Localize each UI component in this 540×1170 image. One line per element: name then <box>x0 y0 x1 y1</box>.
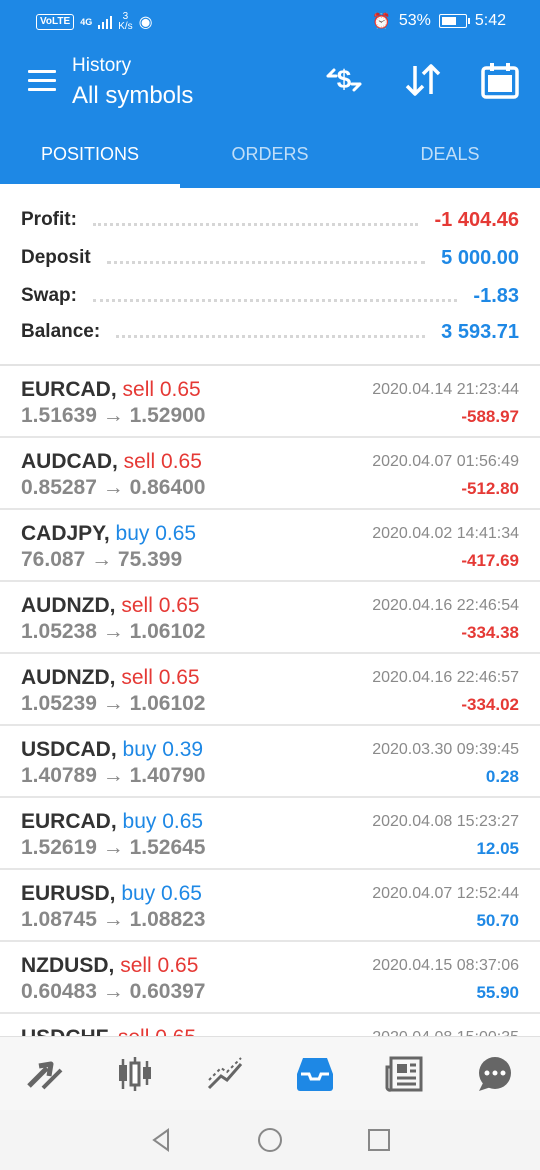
back-icon[interactable] <box>148 1127 174 1153</box>
row-profit: 55.90 <box>476 983 519 1002</box>
trade-side: sell 0.65 <box>121 666 200 689</box>
eye-icon: ◉ <box>138 14 153 31</box>
chat-icon[interactable] <box>450 1037 540 1111</box>
status-bar: VoLTE 4G 3 K/s ◉ ⏰ 53% 5:42 <box>0 0 540 44</box>
open-time: 2020.04.15 08:37:06 <box>372 957 519 974</box>
trade-side: sell 0.65 <box>123 450 202 473</box>
row-profit: -334.38 <box>461 623 519 642</box>
battery-icon <box>438 14 470 28</box>
price-range: 1.51639 → 1.52900 <box>21 404 206 427</box>
trade-side: buy 0.65 <box>115 522 197 545</box>
price-range: 1.52619 → 1.52645 <box>21 836 206 859</box>
sort-icon[interactable] <box>403 60 443 100</box>
list-item[interactable]: USDCHF, sell 0.65 2020.04.08 15:00:35 <box>0 1014 540 1038</box>
network-speed: 3 K/s <box>118 11 133 32</box>
list-item[interactable]: EURCAD, buy 0.65 1.52619 → 1.52645 2020.… <box>0 798 540 870</box>
symbol-filter[interactable]: All symbols <box>72 82 193 110</box>
symbol: USDCAD, <box>21 738 117 761</box>
trade-side: sell 0.65 <box>121 594 200 617</box>
row-profit: 12.05 <box>476 839 519 858</box>
trade-side: buy 0.65 <box>122 810 204 833</box>
svg-text:$: $ <box>337 64 352 94</box>
quotes-icon[interactable] <box>0 1037 90 1111</box>
news-icon[interactable] <box>360 1037 450 1111</box>
trade-side: buy 0.65 <box>121 882 202 905</box>
price-range: 1.05238 → 1.06102 <box>21 620 206 643</box>
symbol: CADJPY, <box>21 522 110 545</box>
trade-side: sell 0.65 <box>122 378 201 401</box>
tab-orders[interactable]: ORDERS <box>180 130 360 188</box>
deposit-value: 5 000.00 <box>441 246 519 269</box>
row-profit: -334.02 <box>461 695 519 714</box>
summary-swap: Swap: -1.83 <box>21 284 519 307</box>
row-profit: -512.80 <box>461 479 519 498</box>
tab-bar: POSITIONS ORDERS DEALS <box>0 130 540 188</box>
network-type: 4G <box>80 17 93 27</box>
price-range: 1.40789 → 1.40790 <box>21 764 206 787</box>
price-range: 0.85287 → 0.86400 <box>21 476 206 499</box>
symbol: AUDNZD, <box>21 594 116 617</box>
battery-percent: 53% <box>398 12 431 29</box>
account-summary: Profit: -1 404.46 Deposit 5 000.00 Swap:… <box>0 188 540 364</box>
list-item[interactable]: CADJPY, buy 0.65 76.087 → 75.399 2020.04… <box>0 510 540 582</box>
chart-icon[interactable] <box>90 1037 180 1111</box>
open-time: 2020.04.08 15:23:27 <box>372 813 519 830</box>
row-profit: 50.70 <box>476 911 519 930</box>
list-item[interactable]: USDCAD, buy 0.39 1.40789 → 1.40790 2020.… <box>0 726 540 798</box>
summary-deposit: Deposit 5 000.00 <box>21 246 519 269</box>
tab-deals[interactable]: DEALS <box>360 130 540 188</box>
open-time: 2020.04.14 21:23:44 <box>372 381 519 398</box>
symbol: NZDUSD, <box>21 954 115 977</box>
summary-balance: Balance: 3 593.71 <box>21 320 519 343</box>
open-time: 2020.04.07 12:52:44 <box>372 885 519 902</box>
clock: 5:42 <box>474 12 506 29</box>
list-item[interactable]: AUDCAD, sell 0.65 0.85287 → 0.86400 2020… <box>0 438 540 510</box>
symbol: AUDNZD, <box>21 666 116 689</box>
calendar-icon[interactable] <box>480 60 520 100</box>
list-item[interactable]: AUDNZD, sell 0.65 1.05238 → 1.06102 2020… <box>0 582 540 654</box>
row-profit: 0.28 <box>485 767 519 786</box>
bottom-navigation <box>0 1036 540 1111</box>
recents-icon[interactable] <box>366 1127 392 1153</box>
row-profit: -588.97 <box>461 407 519 426</box>
trade-side: buy 0.39 <box>122 738 204 761</box>
list-item[interactable]: NZDUSD, sell 0.65 0.60483 → 0.60397 2020… <box>0 942 540 1014</box>
open-time: 2020.04.16 22:46:57 <box>372 669 519 686</box>
trade-side: sell 0.65 <box>120 954 199 977</box>
positions-list[interactable]: EURCAD, sell 0.65 1.51639 → 1.52900 2020… <box>0 364 540 1038</box>
price-range: 1.08745 → 1.08823 <box>21 908 206 931</box>
summary-profit: Profit: -1 404.46 <box>21 208 519 231</box>
menu-icon[interactable] <box>28 70 56 92</box>
symbol: AUDCAD, <box>21 450 118 473</box>
list-item[interactable]: EURUSD, buy 0.65 1.08745 → 1.08823 2020.… <box>0 870 540 942</box>
history-icon[interactable] <box>270 1037 360 1111</box>
alarm-icon: ⏰ <box>372 13 391 30</box>
home-icon[interactable] <box>256 1126 284 1154</box>
swap-value: -1.83 <box>473 284 519 307</box>
app-bar: VoLTE 4G 3 K/s ◉ ⏰ 53% 5:42 History All … <box>0 0 540 188</box>
price-range: 1.05239 → 1.06102 <box>21 692 206 715</box>
signal-icon <box>98 15 113 29</box>
symbol: EURCAD, <box>21 378 117 401</box>
list-item[interactable]: AUDNZD, sell 0.65 1.05239 → 1.06102 2020… <box>0 654 540 726</box>
open-time: 2020.03.30 09:39:45 <box>372 741 519 758</box>
page-subtitle: History <box>72 55 132 76</box>
symbol: EURCAD, <box>21 810 117 833</box>
price-range: 76.087 → 75.399 <box>21 548 183 571</box>
open-time: 2020.04.07 01:56:49 <box>372 453 519 470</box>
list-item[interactable]: EURCAD, sell 0.65 1.51639 → 1.52900 2020… <box>0 366 540 438</box>
tab-positions[interactable]: POSITIONS <box>0 130 180 188</box>
currency-exchange-icon[interactable]: $ <box>324 60 364 100</box>
open-time: 2020.04.16 22:46:54 <box>372 597 519 614</box>
symbol: EURUSD, <box>21 882 116 905</box>
profit-value: -1 404.46 <box>434 208 519 231</box>
trade-icon[interactable] <box>180 1037 270 1111</box>
system-navigation-bar <box>0 1110 540 1170</box>
open-time: 2020.04.02 14:41:34 <box>372 525 519 542</box>
row-profit: -417.69 <box>461 551 519 570</box>
volte-indicator: VoLTE <box>36 14 75 30</box>
price-range: 0.60483 → 0.60397 <box>21 980 206 1003</box>
balance-value: 3 593.71 <box>441 320 519 343</box>
